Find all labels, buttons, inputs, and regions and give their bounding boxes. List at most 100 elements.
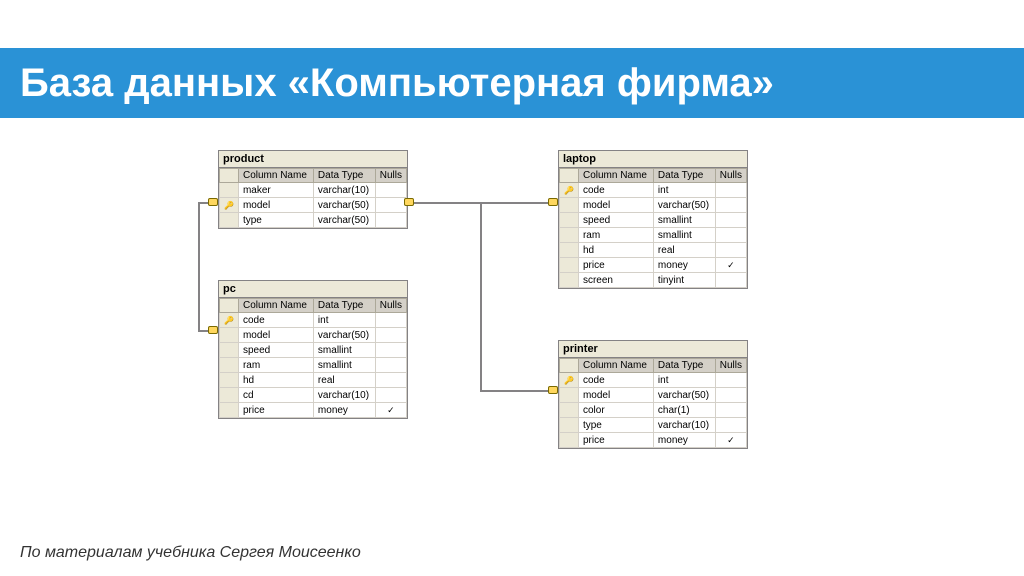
table-grid-pc: Column Name Data Type Nulls 🔑codeintmode… (219, 298, 407, 418)
table-row: makervarchar(10) (220, 183, 407, 198)
column-nulls (375, 198, 406, 213)
column-name: code (578, 373, 653, 388)
table-grid-laptop: Column Name Data Type Nulls 🔑codeintmode… (559, 168, 747, 288)
column-name: maker (238, 183, 313, 198)
column-nulls (715, 273, 746, 288)
col-header-name: Column Name (238, 299, 313, 313)
column-type: tinyint (653, 273, 715, 288)
table-row: hdreal (560, 243, 747, 258)
table-row: ramsmallint (220, 358, 407, 373)
column-nulls (375, 373, 406, 388)
column-type: money (653, 433, 715, 448)
table-title-product: product (219, 151, 407, 168)
table-row: pricemoney✓ (560, 433, 747, 448)
relation-port-icon (548, 198, 558, 206)
column-nulls (375, 313, 406, 328)
key-cell-empty (560, 418, 579, 433)
column-name: speed (238, 343, 313, 358)
column-type: money (653, 258, 715, 273)
column-nulls (375, 328, 406, 343)
key-cell-empty (560, 243, 579, 258)
table-title-pc: pc (219, 281, 407, 298)
key-cell-empty (220, 373, 239, 388)
column-name: model (238, 198, 313, 213)
col-header-nulls: Nulls (715, 169, 746, 183)
column-type: char(1) (653, 403, 715, 418)
key-cell-empty (560, 403, 579, 418)
table-title-printer: printer (559, 341, 747, 358)
col-header-key (560, 169, 579, 183)
col-header-name: Column Name (238, 169, 313, 183)
column-nulls (715, 403, 746, 418)
column-name: code (578, 183, 653, 198)
table-row: modelvarchar(50) (220, 328, 407, 343)
table-grid-product: Column Name Data Type Nulls makervarchar… (219, 168, 407, 228)
column-name: ram (578, 228, 653, 243)
column-name: model (578, 198, 653, 213)
column-type: varchar(10) (313, 388, 375, 403)
column-nulls (375, 358, 406, 373)
column-name: cd (238, 388, 313, 403)
key-cell-empty (220, 388, 239, 403)
primary-key-icon: 🔑 (220, 313, 239, 328)
column-type: smallint (653, 213, 715, 228)
column-name: hd (238, 373, 313, 388)
col-header-nulls: Nulls (375, 169, 406, 183)
column-type: real (313, 373, 375, 388)
column-type: varchar(50) (653, 388, 715, 403)
relation-line (480, 390, 558, 392)
column-name: type (238, 213, 313, 228)
col-header-name: Column Name (578, 169, 653, 183)
footer-credit: По материалам учебника Сергея Моисеенко (20, 544, 361, 562)
relation-port-icon (208, 198, 218, 206)
table-row: speedsmallint (220, 343, 407, 358)
key-cell-empty (560, 388, 579, 403)
table-grid-printer: Column Name Data Type Nulls 🔑codeintmode… (559, 358, 747, 448)
col-header-type: Data Type (653, 359, 715, 373)
column-type: real (653, 243, 715, 258)
column-type: varchar(50) (313, 198, 375, 213)
table-row: modelvarchar(50) (560, 388, 747, 403)
column-name: screen (578, 273, 653, 288)
column-name: type (578, 418, 653, 433)
key-cell-empty (220, 183, 239, 198)
table-row: screentinyint (560, 273, 747, 288)
column-name: ram (238, 358, 313, 373)
col-header-key (560, 359, 579, 373)
table-row: typevarchar(10) (560, 418, 747, 433)
column-type: smallint (313, 343, 375, 358)
table-rows-product: makervarchar(10)🔑modelvarchar(50)typevar… (220, 183, 407, 228)
column-nulls: ✓ (375, 403, 406, 418)
table-pc: pc Column Name Data Type Nulls 🔑codeintm… (218, 280, 408, 419)
column-name: speed (578, 213, 653, 228)
primary-key-icon: 🔑 (220, 198, 239, 213)
key-cell-empty (560, 258, 579, 273)
table-row: 🔑codeint (560, 183, 747, 198)
column-name: hd (578, 243, 653, 258)
column-nulls: ✓ (715, 258, 746, 273)
table-title-laptop: laptop (559, 151, 747, 168)
relation-line (480, 202, 482, 390)
page-title: База данных «Компьютерная фирма» (20, 61, 774, 106)
key-cell-empty (220, 358, 239, 373)
col-header-nulls: Nulls (715, 359, 746, 373)
column-nulls (715, 183, 746, 198)
table-row: speedsmallint (560, 213, 747, 228)
table-row: 🔑codeint (220, 313, 407, 328)
column-name: model (238, 328, 313, 343)
column-nulls (715, 373, 746, 388)
col-header-type: Data Type (313, 169, 375, 183)
table-row: cdvarchar(10) (220, 388, 407, 403)
column-name: color (578, 403, 653, 418)
key-cell-empty (220, 213, 239, 228)
key-cell-empty (560, 198, 579, 213)
title-band: База данных «Компьютерная фирма» (0, 48, 1024, 118)
column-type: int (653, 373, 715, 388)
table-row: 🔑codeint (560, 373, 747, 388)
column-type: varchar(50) (653, 198, 715, 213)
table-row: ramsmallint (560, 228, 747, 243)
col-header-name: Column Name (578, 359, 653, 373)
table-row: 🔑modelvarchar(50) (220, 198, 407, 213)
relation-port-icon (208, 326, 218, 334)
relation-port-icon (404, 198, 414, 206)
